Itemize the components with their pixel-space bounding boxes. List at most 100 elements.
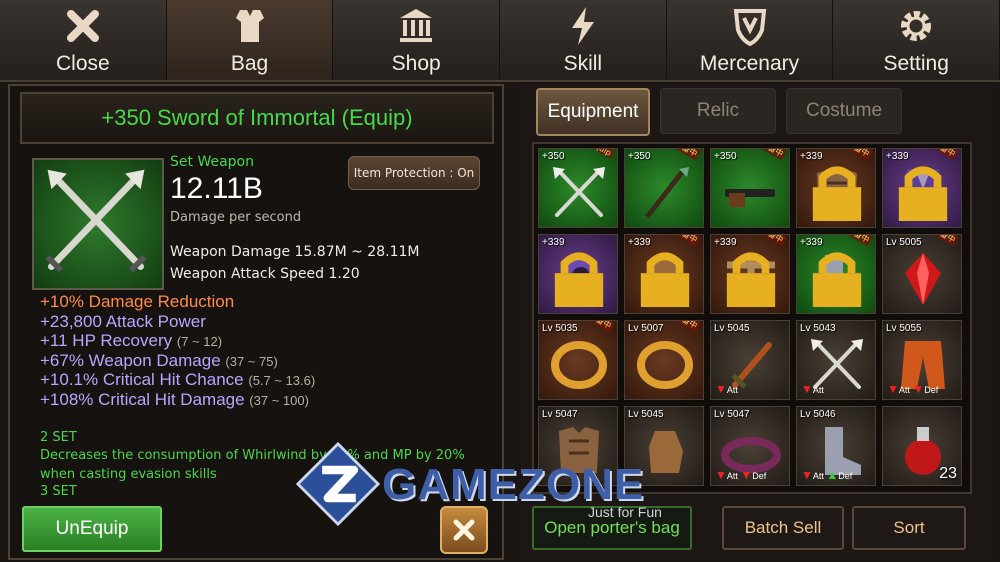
set3-heading: 3 SET bbox=[40, 484, 77, 499]
tab-close-label: Close bbox=[55, 52, 110, 75]
top-nav: Close Bag Shop Skill Mercenary Setting bbox=[0, 0, 1000, 82]
inventory-slot[interactable]: 23 bbox=[882, 406, 962, 486]
equipped-tag: 装备中 bbox=[757, 235, 787, 247]
tab-mercenary-label: Mercenary bbox=[699, 52, 800, 75]
item-level: Lv 5047 bbox=[542, 409, 578, 420]
tab-equipment[interactable]: Equipment bbox=[536, 88, 650, 136]
item-level: +339 bbox=[628, 237, 651, 248]
watermark-text: GAMEZONE bbox=[382, 460, 645, 509]
item-level: +350 bbox=[714, 151, 737, 162]
inventory-slot[interactable]: +339 装备中 bbox=[796, 234, 876, 314]
item-level: +339 bbox=[542, 237, 565, 248]
inventory-slot[interactable]: Lv 5046 ▼Att ▲Def bbox=[796, 406, 876, 486]
stat-compare: ▼Att ▲Def bbox=[801, 468, 853, 482]
item-protection-button[interactable]: Item Protection : On bbox=[348, 156, 480, 190]
stat-compare: ▼Att bbox=[715, 382, 738, 396]
inventory-slot[interactable]: +339 装备中 bbox=[710, 234, 790, 314]
equipped-tag: 装备中 bbox=[843, 149, 873, 161]
tab-costume[interactable]: Costume bbox=[786, 88, 902, 134]
tab-close[interactable]: Close bbox=[0, 0, 167, 80]
item-title: +350 Sword of Immortal (Equip) bbox=[101, 105, 413, 130]
lock-icon bbox=[640, 252, 690, 307]
inventory-slot[interactable]: Lv 5047 ▼Att ▼Def bbox=[710, 406, 790, 486]
item-level: Lv 5035 bbox=[542, 323, 578, 334]
stack-count: 23 bbox=[939, 465, 957, 482]
gamezone-watermark: GAMEZONE Just for Fun bbox=[296, 442, 696, 532]
sort-button[interactable]: Sort bbox=[852, 506, 966, 550]
tab-skill-label: Skill bbox=[563, 52, 603, 75]
lock-icon bbox=[898, 166, 948, 221]
inventory-slot[interactable]: Lv 5045 ▼Att bbox=[710, 320, 790, 400]
item-level: +350 bbox=[542, 151, 565, 162]
shield-icon bbox=[733, 9, 766, 47]
gear-icon bbox=[901, 11, 932, 41]
inventory-slot[interactable]: +339 装备中 bbox=[796, 148, 876, 228]
option-range: (37 ~ 100) bbox=[249, 393, 309, 408]
bank-building-icon bbox=[400, 9, 433, 42]
staff-icon bbox=[645, 167, 689, 219]
option-line: +23,800 Attack Power bbox=[40, 312, 206, 331]
item-level: +339 bbox=[886, 151, 909, 162]
equipped-tag: 装备中 bbox=[757, 149, 787, 161]
batch-sell-button[interactable]: Batch Sell bbox=[722, 506, 844, 550]
inventory-slot[interactable]: +350 Equip bbox=[538, 148, 618, 228]
equipped-tag: 装备中 bbox=[585, 321, 615, 333]
inventory-slot[interactable]: +339 装备中 bbox=[624, 234, 704, 314]
tab-setting[interactable]: Setting bbox=[833, 0, 1000, 80]
equipped-tag: 装备中 bbox=[671, 149, 701, 161]
item-title-bar: +350 Sword of Immortal (Equip) bbox=[20, 92, 494, 144]
inventory-slot[interactable]: Lv 5035 装备中 bbox=[538, 320, 618, 400]
inventory-slot[interactable]: Lv 5007 装备中 bbox=[624, 320, 704, 400]
inventory-slot[interactable]: +339 装备中 bbox=[882, 148, 962, 228]
item-level: Lv 5005 bbox=[886, 237, 922, 248]
tab-setting-label: Setting bbox=[883, 52, 949, 75]
item-level: Lv 5007 bbox=[628, 323, 664, 334]
lock-icon bbox=[812, 252, 862, 307]
unequip-button[interactable]: UnEquip bbox=[22, 506, 162, 552]
equipped-tag: 装备中 bbox=[929, 149, 959, 161]
set2-heading: 2 SET bbox=[40, 430, 77, 445]
lock-icon bbox=[554, 252, 604, 307]
equipped-tag: 装备中 bbox=[843, 235, 873, 247]
item-level: Lv 5045 bbox=[628, 409, 664, 420]
gun-icon bbox=[725, 189, 775, 207]
watermark-tagline: Just for Fun bbox=[588, 504, 662, 520]
item-portrait bbox=[32, 158, 164, 290]
tab-shop[interactable]: Shop bbox=[333, 0, 501, 80]
item-level: Lv 5055 bbox=[886, 323, 922, 334]
tab-skill[interactable]: Skill bbox=[500, 0, 667, 80]
inventory-slot[interactable]: +350 装备中 bbox=[710, 148, 790, 228]
crossed-swords-icon bbox=[553, 167, 605, 217]
equipped-tag: Equip bbox=[587, 149, 615, 159]
stat-compare: ▼Att ▼Def bbox=[887, 382, 939, 396]
ring-icon bbox=[637, 341, 693, 389]
item-level: +350 bbox=[628, 151, 651, 162]
gem-icon bbox=[905, 253, 941, 305]
inventory-slot[interactable]: Lv 5055 ▼Att ▼Def bbox=[882, 320, 962, 400]
stat-compare: ▼Att ▼Def bbox=[715, 468, 767, 482]
inventory-slot[interactable]: Lv 5043 ▼Att bbox=[796, 320, 876, 400]
lock-icon bbox=[812, 166, 862, 221]
option-range: (37 ~ 75) bbox=[225, 354, 278, 369]
lightning-icon bbox=[571, 7, 594, 45]
equipped-tag: 装备中 bbox=[671, 235, 701, 247]
inventory-slot[interactable]: +350 装备中 bbox=[624, 148, 704, 228]
item-level: +339 bbox=[800, 237, 823, 248]
attack-speed-stat: Weapon Attack Speed 1.20 bbox=[170, 266, 360, 282]
tab-bag[interactable]: Bag bbox=[166, 0, 334, 80]
set-weapon-label: Set Weapon bbox=[170, 154, 254, 170]
inventory-slot[interactable]: Lv 5005 装备中 bbox=[882, 234, 962, 314]
item-level: +339 bbox=[800, 151, 823, 162]
item-level: Lv 5047 bbox=[714, 409, 750, 420]
option-line: +67% Weapon Damage (37 ~ 75) bbox=[40, 351, 278, 370]
tab-relic[interactable]: Relic bbox=[660, 88, 776, 134]
equipped-tag: 装备中 bbox=[929, 235, 959, 247]
item-level: Lv 5046 bbox=[800, 409, 836, 420]
inventory-slot[interactable]: +339 bbox=[538, 234, 618, 314]
stat-compare: ▼Att bbox=[801, 382, 824, 396]
option-line: +11 HP Recovery (7 ~ 12) bbox=[40, 331, 223, 350]
tab-mercenary[interactable]: Mercenary bbox=[667, 0, 834, 80]
option-range: (5.7 ~ 13.6) bbox=[248, 373, 316, 388]
weapon-damage-stat: Weapon Damage 15.87M ~ 28.11M bbox=[170, 244, 420, 260]
close-x-icon bbox=[66, 10, 99, 42]
